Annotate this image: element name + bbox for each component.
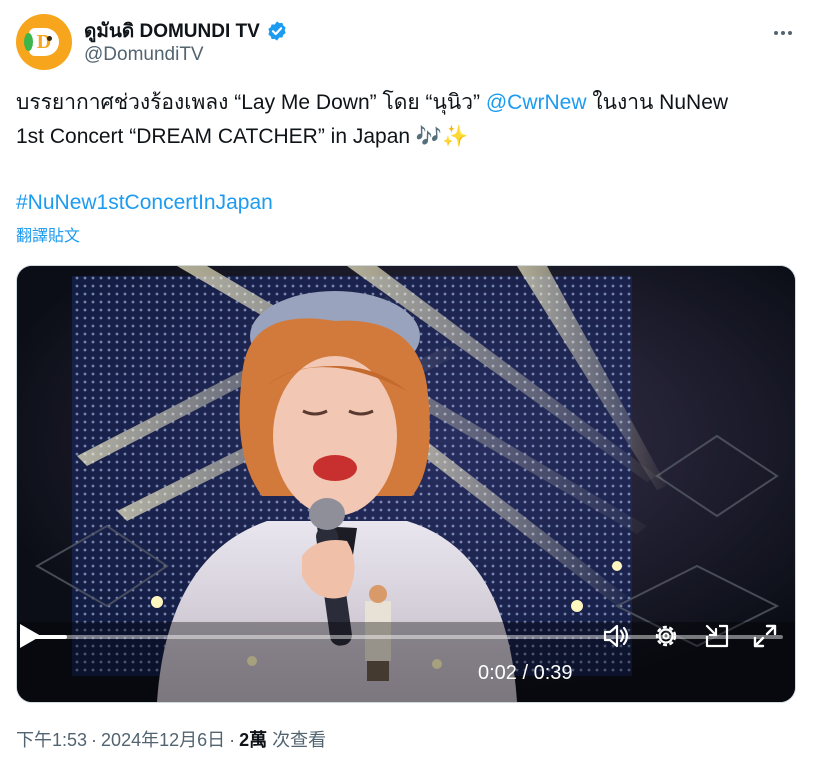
tweet-text-part: บรรยากาศช่วงร้องเพลง “Lay Me Down” โดย “… — [16, 91, 486, 114]
video-time: 0:02 / 0:39 — [478, 662, 573, 685]
avatar-logo: D — [24, 28, 59, 56]
elapsed-time: 0:02 — [478, 662, 517, 684]
tweet-text-part: 1st Concert “DREAM CATCHER” in Japan — [16, 125, 416, 148]
video-player[interactable]: 0:02 / 0:39 — [16, 265, 796, 703]
settings-icon[interactable] — [652, 622, 680, 650]
name-row: ดูมันดิ DOMUNDI TV — [84, 16, 288, 46]
handle[interactable]: @DomundiTV — [84, 44, 204, 66]
tweet-meta: 下午1:53 · 2024年12月6日 · 2萬 次查看 — [16, 726, 326, 752]
meta-separator: · — [229, 730, 236, 750]
post-time[interactable]: 下午1:53 — [16, 730, 87, 750]
display-name[interactable]: ดูมันดิ DOMUNDI TV — [84, 16, 260, 46]
picture-in-picture-icon[interactable] — [703, 622, 731, 650]
translate-post-link[interactable]: 翻譯貼文 — [16, 222, 80, 246]
more-icon[interactable] — [768, 18, 798, 48]
verified-badge-icon — [268, 21, 286, 41]
tweet-text: บรรยากาศช่วงร้องเพลง “Lay Me Down” โดย “… — [16, 86, 806, 154]
mention-link[interactable]: @CwrNew — [486, 91, 587, 114]
fullscreen-icon[interactable] — [751, 622, 779, 650]
avatar[interactable]: D — [16, 14, 72, 70]
tweet-text-part: ในงาน NuNew — [586, 91, 729, 114]
meta-separator: · — [91, 730, 98, 750]
tweet-header: D ดูมันดิ DOMUNDI TV @DomundiTV — [16, 12, 804, 72]
volume-icon[interactable] — [602, 622, 630, 650]
avatar-letter: D — [36, 30, 52, 53]
hashtag-link[interactable]: #NuNew1stConcertInJapan — [16, 186, 273, 220]
duration: 0:39 — [533, 662, 573, 684]
views-count: 2萬 — [239, 730, 268, 750]
video-controls: 0:02 / 0:39 — [17, 622, 795, 702]
time-separator: / — [516, 662, 534, 684]
emoji: 🎶✨ — [415, 125, 469, 148]
play-icon[interactable] — [17, 622, 43, 650]
views-label: 次查看 — [267, 730, 327, 750]
post-date[interactable]: 2024年12月6日 — [101, 730, 225, 750]
